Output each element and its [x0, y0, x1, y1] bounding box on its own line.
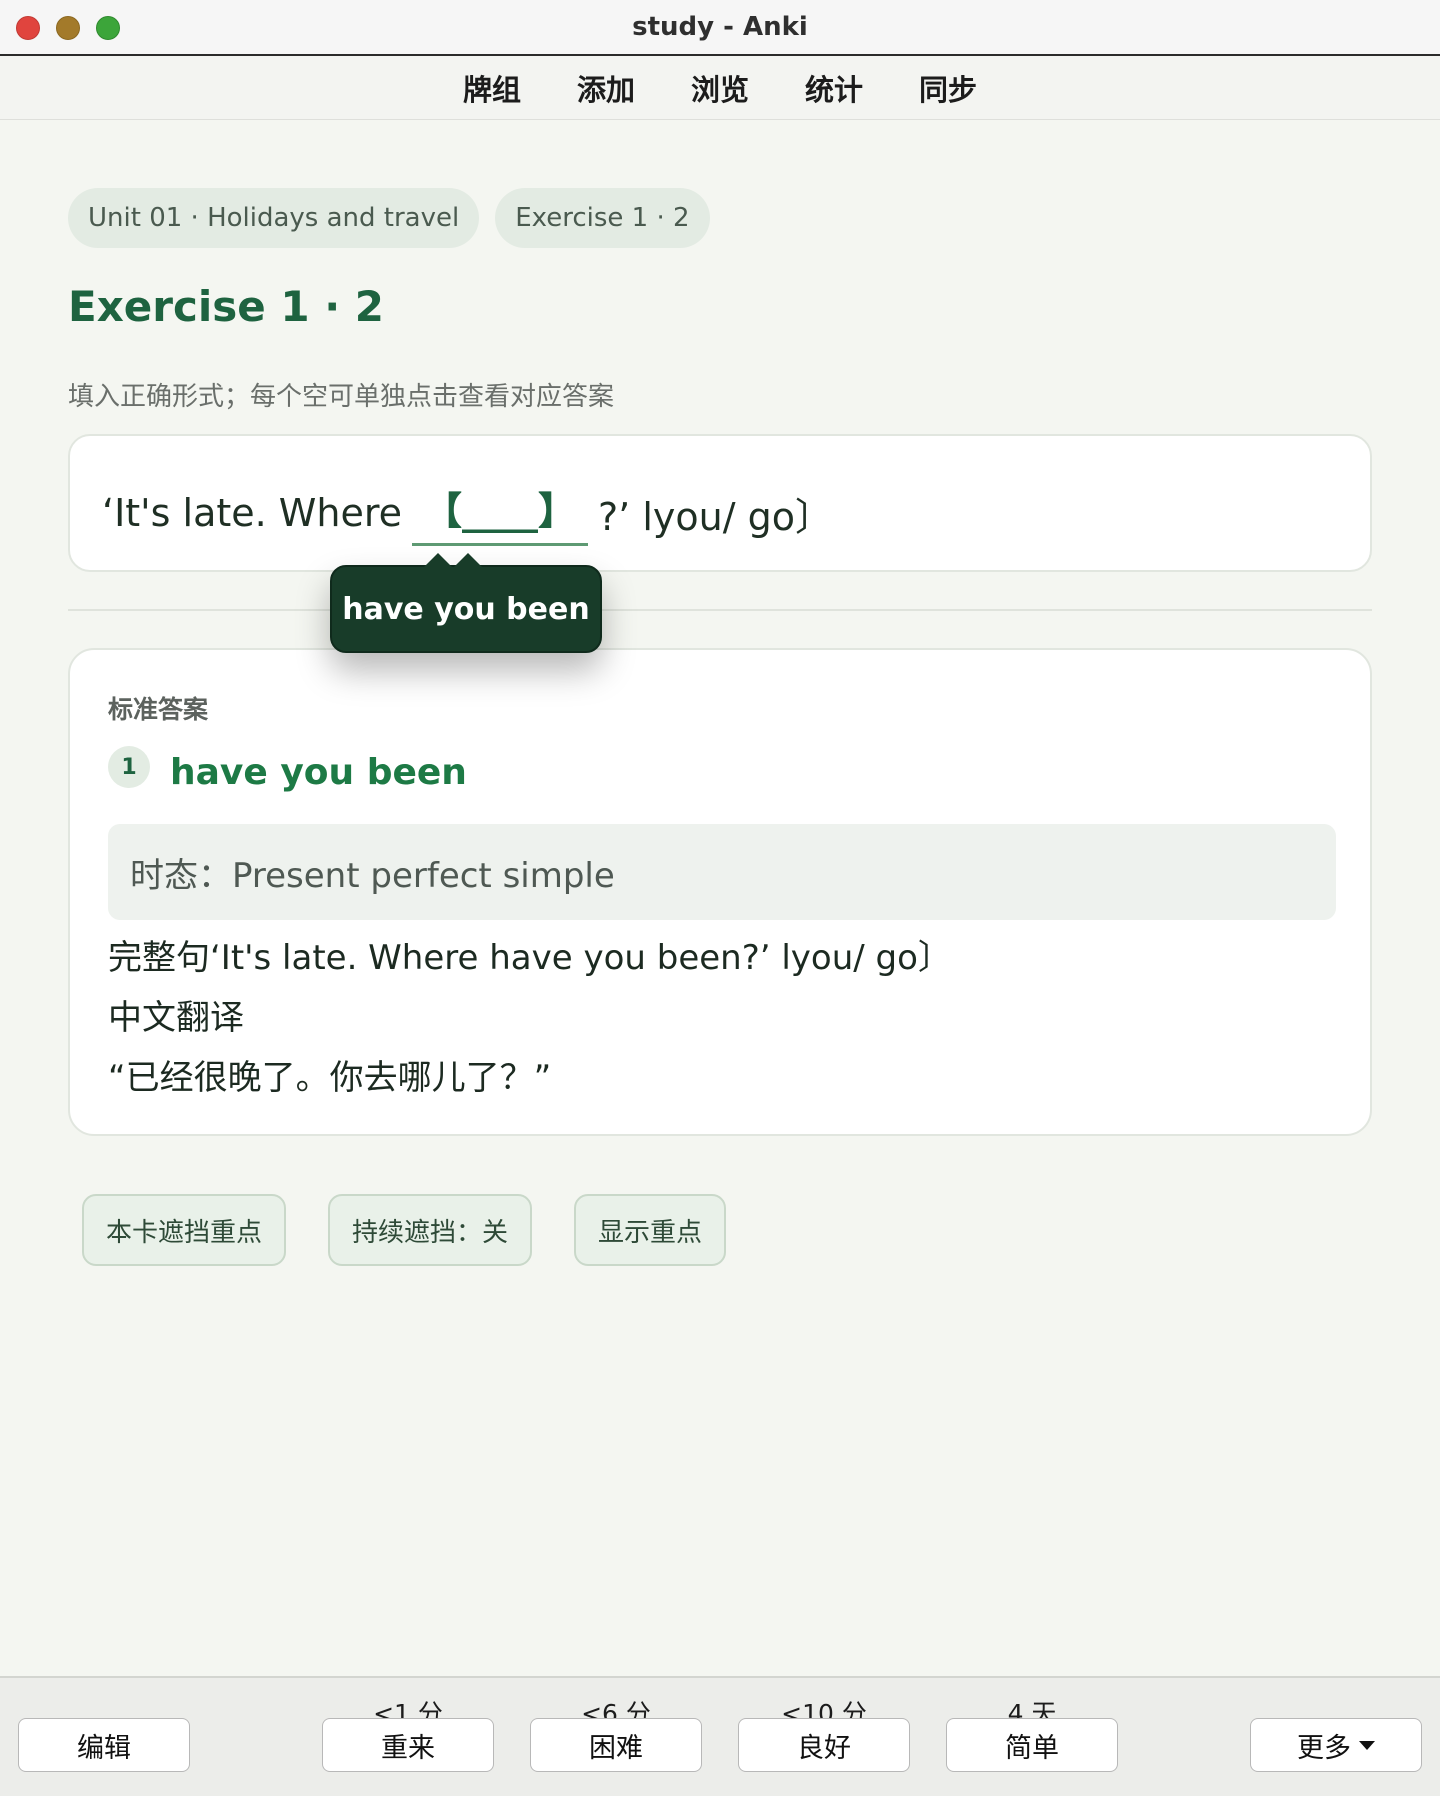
- instruction-text: 填入正确形式；每个空可单独点击查看对应答案: [68, 382, 615, 412]
- cloze-text-after: ?’ lyou/ go〕: [598, 494, 833, 539]
- answer-number-badge: 1: [108, 746, 150, 788]
- easy-button[interactable]: 简单: [946, 1718, 1118, 1772]
- bottom-bar: 编辑 <1 分 重来 <6 分 困难 <10 分 良好 4 天 简单 更多: [0, 1676, 1440, 1796]
- more-button[interactable]: 更多: [1250, 1718, 1422, 1772]
- exercise-title: Exercise 1 · 2: [68, 282, 385, 331]
- tooltip-arrow: [454, 553, 482, 567]
- good-button[interactable]: 良好: [738, 1718, 910, 1772]
- nav-browse[interactable]: 浏览: [691, 67, 749, 109]
- window-title: study - Anki: [632, 12, 808, 42]
- nav-decks[interactable]: 牌组: [463, 67, 521, 109]
- full-sentence: 完整句‘It's late. Where have you been?’ lyo…: [108, 938, 952, 978]
- exercise-pill: Exercise 1 · 2: [495, 188, 710, 248]
- nav-add[interactable]: 添加: [577, 67, 635, 109]
- top-nav: 牌组 添加 浏览 统计 同步: [0, 56, 1440, 120]
- cloze-card: ‘It's late. Where 【____】 ?’ lyou/ go〕: [68, 434, 1372, 572]
- answer-label: 标准答案: [108, 695, 209, 724]
- cloze-sentence: ‘It's late. Where 【____】 ?’ lyou/ go〕: [102, 480, 833, 546]
- edit-button[interactable]: 编辑: [18, 1718, 190, 1772]
- chinese-translation-label: 中文翻译: [108, 998, 244, 1038]
- hard-button[interactable]: 困难: [530, 1718, 702, 1772]
- nav-stats[interactable]: 统计: [805, 67, 863, 109]
- answer-divider: [68, 609, 1372, 611]
- more-label: 更多: [1297, 1732, 1351, 1764]
- again-button[interactable]: 重来: [322, 1718, 494, 1772]
- answer-text: have you been: [170, 752, 467, 793]
- tag-pills: Unit 01 · Holidays and travel Exercise 1…: [68, 188, 710, 248]
- nav-sync[interactable]: 同步: [919, 67, 977, 109]
- answer-card: 标准答案 1 have you been 时态：Present perfect …: [68, 648, 1372, 1136]
- show-keypoints-button[interactable]: 显示重点: [574, 1194, 727, 1266]
- answer-tooltip: have you been: [330, 553, 602, 653]
- cloze-text-before: ‘It's late. Where: [102, 491, 402, 535]
- cloze-blank[interactable]: 【____】: [412, 480, 589, 546]
- chinese-translation: “已经很晚了。你去哪儿了？”: [108, 1058, 552, 1098]
- unit-pill: Unit 01 · Holidays and travel: [68, 188, 480, 248]
- tense-box: 时态：Present perfect simple: [108, 824, 1336, 920]
- tool-buttons: 本卡遮挡重点 持续遮挡：关 显示重点: [82, 1194, 727, 1266]
- tooltip-arrow: [424, 553, 452, 567]
- tooltip-text: have you been: [342, 591, 590, 627]
- persistent-mask-toggle[interactable]: 持续遮挡：关: [328, 1194, 533, 1266]
- mask-card-button[interactable]: 本卡遮挡重点: [82, 1194, 287, 1266]
- title-bar: study - Anki: [0, 0, 1440, 56]
- chevron-down-icon: [1359, 1740, 1375, 1750]
